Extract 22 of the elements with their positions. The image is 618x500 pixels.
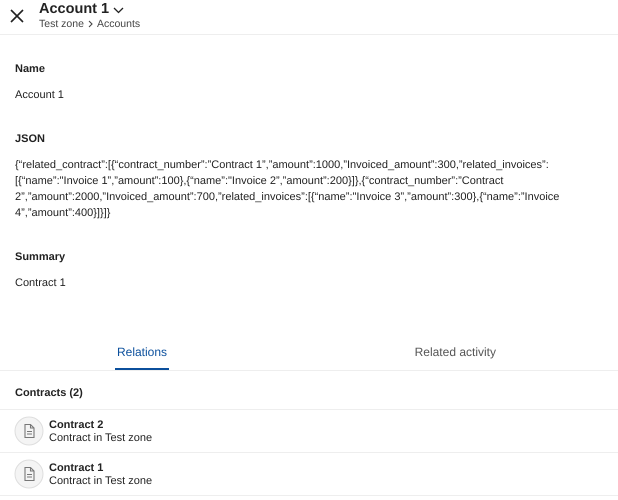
- item-title: Contract 2: [49, 418, 104, 430]
- breadcrumb-link[interactable]: Test zone: [39, 18, 84, 30]
- tab[interactable]: Related activity: [414, 338, 496, 370]
- tab[interactable]: Relations: [115, 338, 170, 370]
- item-subtitle: Contract in Test zone: [49, 474, 152, 486]
- field-value: {“related_contract”:[{“contract_number”:”Contract 1”,”amount”:1000,”Invoiced_amount”:300,”related_invoices”:[{“name”:"Invoice 1”,”amount”:100},{“name”:"Invoice 2”,”amount”:200}]},{“contract_number”:”Contract 2”,”amount”:2000,”Invoiced_amount”:700,”related_invoices”:[{“name”:"Invoice 3”,”amount”:300},{“name”:”Invoice 4”,”amount”:400}]}]}: [15, 158, 560, 221]
- document-icon: [14, 459, 44, 489]
- list-item[interactable]: Contract 2 Contract in Test zone: [0, 410, 618, 453]
- field-label: Name: [15, 63, 46, 75]
- field-value: Account 1: [15, 88, 65, 103]
- breadcrumb-link[interactable]: Accounts: [96, 18, 140, 30]
- page-title: Account 1: [39, 1, 110, 17]
- item-subtitle: Contract in Test zone: [49, 432, 152, 444]
- section-heading: Contracts (2): [15, 387, 83, 399]
- chevron-down-icon: [113, 6, 124, 14]
- field-label: Summary: [15, 251, 66, 263]
- field-value: Contract 1: [15, 276, 67, 291]
- field-label: JSON: [15, 133, 46, 145]
- item-title: Contract 1: [49, 462, 104, 474]
- list-item[interactable]: Contract 1 Contract in Test zone: [0, 453, 618, 496]
- document-icon: [14, 416, 44, 446]
- chevron-right-icon: [88, 20, 93, 28]
